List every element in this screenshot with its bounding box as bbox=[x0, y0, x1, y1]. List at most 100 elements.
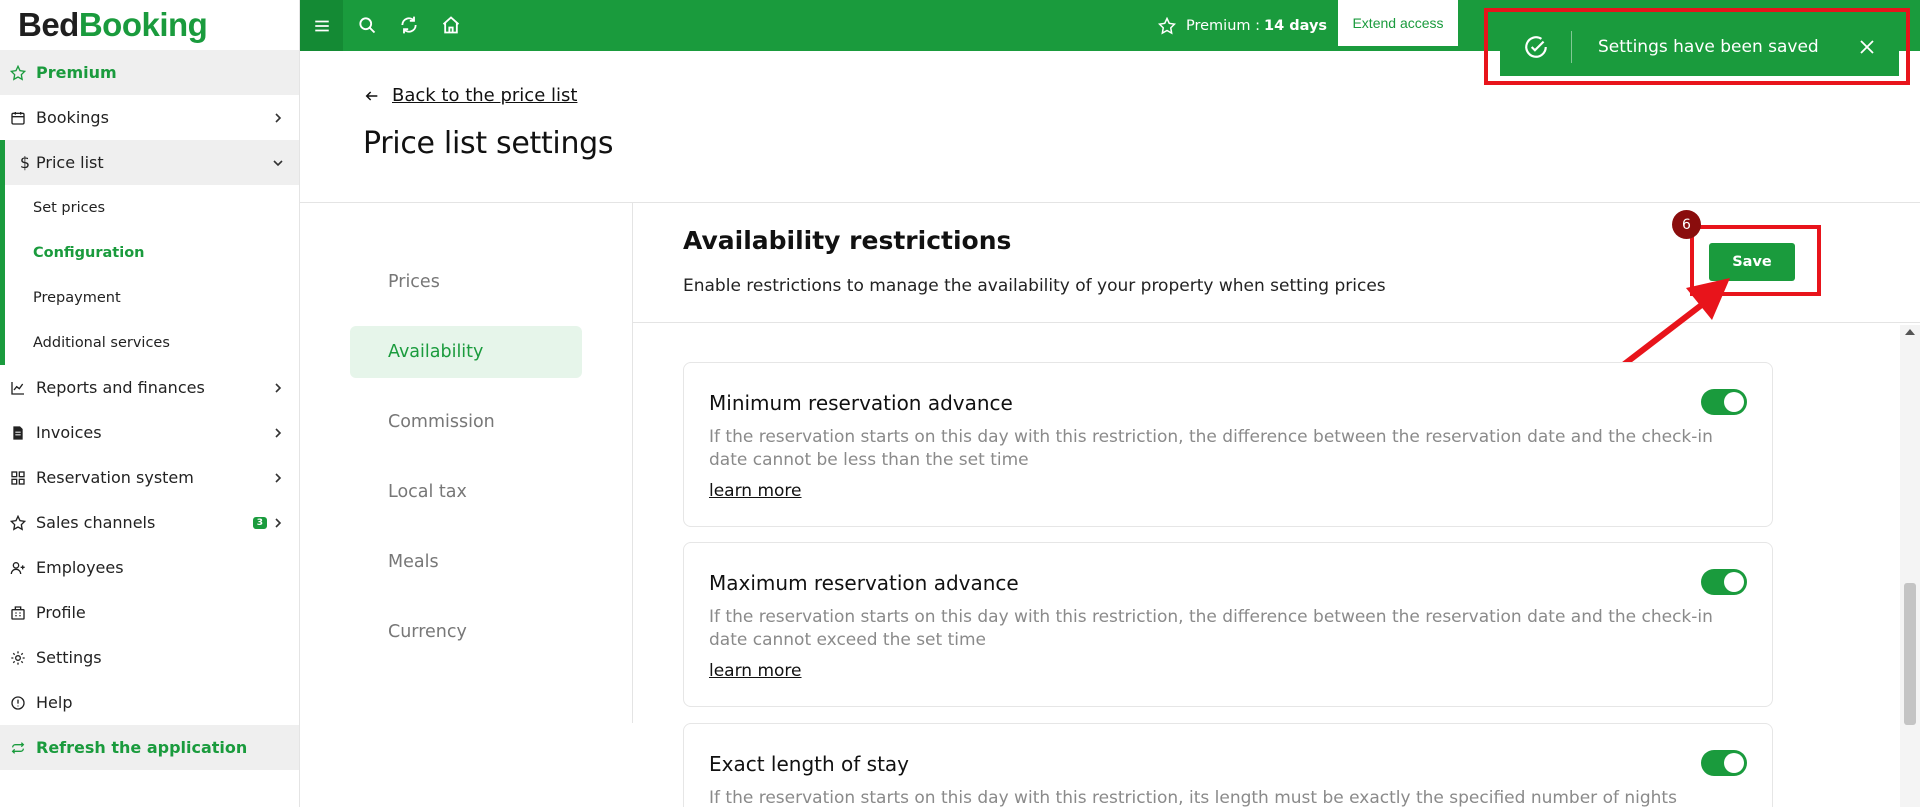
grid-icon bbox=[10, 470, 26, 486]
arrow-left-icon bbox=[365, 90, 378, 101]
sidebar-item-bookings[interactable]: Bookings bbox=[0, 95, 299, 140]
sidebar-item-sales-channels[interactable]: Sales channels 3 bbox=[0, 500, 299, 545]
star-icon bbox=[10, 64, 26, 81]
tab-meals[interactable]: Meals bbox=[350, 536, 582, 588]
sidebar-subitem-set-prices[interactable]: Set prices bbox=[5, 185, 299, 230]
info-icon bbox=[10, 695, 26, 711]
sidebar-item-reports[interactable]: Reports and finances bbox=[0, 365, 299, 410]
success-toast: Settings have been saved bbox=[1500, 18, 1899, 76]
toggle-knob bbox=[1724, 392, 1744, 412]
search-button[interactable] bbox=[355, 13, 379, 37]
sidebar-item-label: Reports and finances bbox=[36, 378, 205, 397]
sidebar-item-premium[interactable]: Premium bbox=[0, 50, 299, 95]
sidebar-item-price-list[interactable]: $ Price list bbox=[0, 140, 299, 185]
sidebar-item-label: Invoices bbox=[36, 423, 102, 442]
premium-label: Premium : bbox=[1186, 17, 1261, 34]
restriction-card-minimum-advance: Minimum reservation advance If the reser… bbox=[683, 362, 1773, 527]
home-button[interactable] bbox=[439, 13, 463, 37]
learn-more-link[interactable]: learn more bbox=[709, 661, 802, 681]
sidebar-item-label: Price list bbox=[36, 153, 104, 172]
exact-length-toggle[interactable] bbox=[1701, 750, 1747, 776]
header-divider bbox=[300, 202, 1920, 203]
tab-currency[interactable]: Currency bbox=[350, 606, 582, 658]
toast-message: Settings have been saved bbox=[1598, 37, 1819, 57]
learn-more-link[interactable]: learn more bbox=[709, 481, 802, 501]
tab-prices[interactable]: Prices bbox=[350, 256, 582, 308]
back-link-label: Back to the price list bbox=[392, 85, 578, 106]
search-icon bbox=[359, 17, 376, 34]
tab-commission[interactable]: Commission bbox=[350, 396, 582, 448]
content-scrollbar[interactable] bbox=[1900, 325, 1920, 807]
tab-local-tax[interactable]: Local tax bbox=[350, 466, 582, 518]
star-icon bbox=[10, 514, 26, 531]
sidebar-item-employees[interactable]: Employees bbox=[0, 545, 299, 590]
restriction-card-maximum-advance: Maximum reservation advance If the reser… bbox=[683, 542, 1773, 707]
building-icon bbox=[10, 605, 26, 621]
premium-days: 14 days bbox=[1264, 17, 1328, 34]
restriction-card-exact-length: Exact length of stay If the reservation … bbox=[683, 723, 1773, 807]
sidebar-item-invoices[interactable]: Invoices bbox=[0, 410, 299, 455]
minimum-advance-toggle[interactable] bbox=[1701, 389, 1747, 415]
tab-availability[interactable]: Availability bbox=[350, 326, 582, 378]
toggle-knob bbox=[1724, 572, 1744, 592]
gear-icon bbox=[10, 650, 26, 666]
sidebar-item-reservation-system[interactable]: Reservation system bbox=[0, 455, 299, 500]
dollar-icon: $ bbox=[19, 153, 31, 172]
sidebar-item-label: Help bbox=[36, 693, 73, 712]
refresh-icon bbox=[10, 740, 26, 756]
chevron-right-icon bbox=[275, 472, 282, 483]
price-list-submenu: Set prices Configuration Prepayment Addi… bbox=[0, 185, 299, 365]
section-title: Availability restrictions bbox=[683, 226, 1012, 255]
card-description: If the reservation starts on this day wi… bbox=[709, 788, 1677, 807]
logo-part-bed: Bed bbox=[18, 6, 79, 43]
sidebar-item-refresh[interactable]: Refresh the application bbox=[0, 725, 299, 770]
home-icon bbox=[442, 16, 460, 34]
chart-icon bbox=[10, 380, 26, 396]
menu-toggle-button[interactable] bbox=[300, 0, 343, 51]
sidebar-item-label: Settings bbox=[36, 648, 102, 667]
user-add-icon bbox=[10, 560, 26, 576]
calendar-icon bbox=[10, 110, 26, 126]
sidebar-item-label: Profile bbox=[36, 603, 86, 622]
chevron-right-icon bbox=[275, 517, 282, 528]
save-button[interactable]: Save bbox=[1709, 243, 1795, 281]
sidebar-item-label: Employees bbox=[36, 558, 124, 577]
page-title: Price list settings bbox=[363, 126, 614, 161]
back-to-price-list-link[interactable]: Back to the price list bbox=[364, 85, 577, 106]
sidebar-item-label: Premium bbox=[36, 63, 117, 82]
toast-close-button[interactable] bbox=[1847, 27, 1887, 67]
chevron-right-icon bbox=[275, 382, 282, 393]
chevron-right-icon bbox=[275, 427, 282, 438]
toggle-knob bbox=[1724, 753, 1744, 773]
logo-part-booking: Booking bbox=[78, 6, 208, 43]
section-divider bbox=[633, 322, 1920, 323]
card-title: Exact length of stay bbox=[709, 752, 910, 776]
chevron-right-icon bbox=[275, 112, 282, 123]
scroll-thumb[interactable] bbox=[1904, 583, 1916, 725]
column-divider bbox=[632, 203, 633, 723]
card-title: Minimum reservation advance bbox=[709, 391, 1013, 415]
card-description: If the reservation starts on this day wi… bbox=[709, 607, 1713, 650]
sidebar-item-label: Bookings bbox=[36, 108, 109, 127]
sidebar-subitem-prepayment[interactable]: Prepayment bbox=[5, 275, 299, 320]
sidebar-item-profile[interactable]: Profile bbox=[0, 590, 299, 635]
sidebar-subitem-configuration[interactable]: Configuration bbox=[5, 230, 299, 275]
reload-icon bbox=[401, 16, 417, 34]
app-logo[interactable]: Bed Booking bbox=[0, 0, 299, 50]
close-icon bbox=[1860, 40, 1874, 54]
sidebar-item-label: Sales channels bbox=[36, 513, 156, 532]
settings-menu: Prices Availability Commission Local tax… bbox=[350, 256, 582, 676]
card-title: Maximum reservation advance bbox=[709, 571, 1019, 595]
reload-button[interactable] bbox=[397, 13, 421, 37]
sidebar-item-settings[interactable]: Settings bbox=[0, 635, 299, 680]
hamburger-icon bbox=[314, 20, 329, 31]
section-description: Enable restrictions to manage the availa… bbox=[683, 276, 1386, 296]
sidebar-item-label: Refresh the application bbox=[36, 738, 248, 757]
star-icon bbox=[1158, 16, 1176, 35]
maximum-advance-toggle[interactable] bbox=[1701, 569, 1747, 595]
sidebar-subitem-additional-services[interactable]: Additional services bbox=[5, 320, 299, 365]
chevron-down-icon bbox=[273, 159, 283, 166]
sidebar-item-help[interactable]: Help bbox=[0, 680, 299, 725]
scroll-up-arrow-icon[interactable] bbox=[1905, 329, 1915, 335]
extend-access-button[interactable]: Extend access bbox=[1338, 0, 1458, 46]
